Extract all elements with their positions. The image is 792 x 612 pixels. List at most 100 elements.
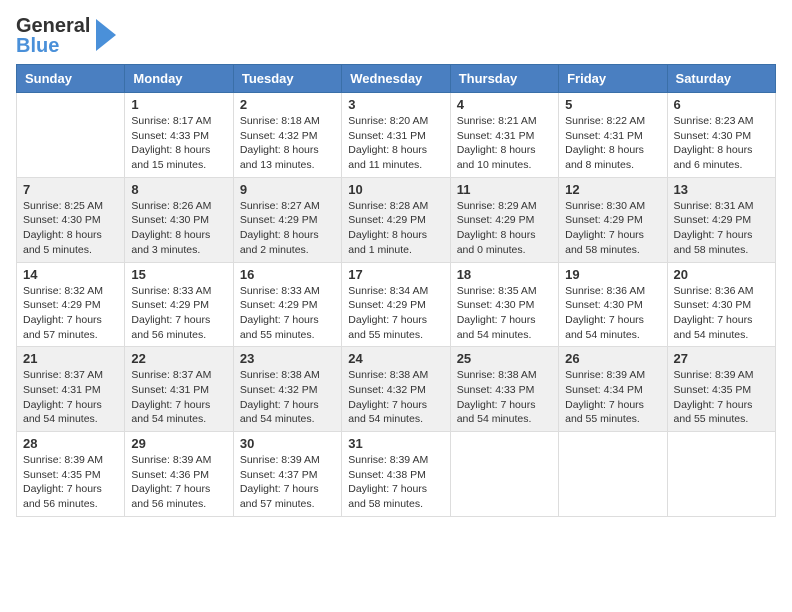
calendar-cell: 22Sunrise: 8:37 AM Sunset: 4:31 PM Dayli… bbox=[125, 347, 233, 432]
day-number: 19 bbox=[565, 267, 660, 282]
day-number: 29 bbox=[131, 436, 226, 451]
day-number: 28 bbox=[23, 436, 118, 451]
weekday-header: Tuesday bbox=[233, 65, 341, 93]
day-info: Sunrise: 8:39 AM Sunset: 4:34 PM Dayligh… bbox=[565, 368, 660, 427]
calendar-cell bbox=[559, 432, 667, 517]
day-info: Sunrise: 8:39 AM Sunset: 4:35 PM Dayligh… bbox=[23, 453, 118, 512]
page-header: General Blue bbox=[16, 16, 776, 56]
calendar-cell: 16 Sunrise: 8:33 AM Sunset: 4:29 PM Dayli… bbox=[233, 262, 341, 347]
day-info: Sunrise: 8:17 AM Sunset: 4:33 PM Dayligh… bbox=[131, 114, 226, 173]
day-info: Sunrise: 8:39 AM Sunset: 4:38 PM Dayligh… bbox=[348, 453, 443, 512]
day-info: Sunrise: 8:23 AM Sunset: 4:30 PM Dayligh… bbox=[674, 114, 769, 173]
day-info: Sunrise: 8:39 AM Sunset: 4:35 PM Dayligh… bbox=[674, 368, 769, 427]
calendar-cell: 18 Sunrise: 8:35 AM Sunset: 4:30 PM Dayli… bbox=[450, 262, 558, 347]
weekday-header: Monday bbox=[125, 65, 233, 93]
day-number: 12 bbox=[565, 182, 660, 197]
day-number: 5 bbox=[565, 97, 660, 112]
day-number: 1 bbox=[131, 97, 226, 112]
day-number: 7 bbox=[23, 182, 118, 197]
day-info: Sunrise: 8:30 AM Sunset: 4:29 PM Dayligh… bbox=[565, 199, 660, 258]
calendar-week-row: 1 Sunrise: 8:17 AM Sunset: 4:33 PM Daylig… bbox=[17, 93, 776, 178]
day-number: 31 bbox=[348, 436, 443, 451]
calendar-cell: 13 Sunrise: 8:31 AM Sunset: 4:29 PM Dayli… bbox=[667, 177, 775, 262]
day-info: Sunrise: 8:38 AM Sunset: 4:32 PM Dayligh… bbox=[348, 368, 443, 427]
calendar-cell: 24 Sunrise: 8:38 AM Sunset: 4:32 PM Dayli… bbox=[342, 347, 450, 432]
day-info: Sunrise: 8:28 AM Sunset: 4:29 PM Dayligh… bbox=[348, 199, 443, 258]
day-number: 16 bbox=[240, 267, 335, 282]
day-info: Sunrise: 8:37 AM Sunset: 4:31 PM Dayligh… bbox=[131, 368, 226, 427]
day-info: Sunrise: 8:36 AM Sunset: 4:30 PM Dayligh… bbox=[565, 284, 660, 343]
day-info: Sunrise: 8:34 AM Sunset: 4:29 PM Dayligh… bbox=[348, 284, 443, 343]
day-info: Sunrise: 8:21 AM Sunset: 4:31 PM Dayligh… bbox=[457, 114, 552, 173]
calendar-cell bbox=[667, 432, 775, 517]
day-number: 27 bbox=[674, 351, 769, 366]
calendar-cell: 1 Sunrise: 8:17 AM Sunset: 4:33 PM Daylig… bbox=[125, 93, 233, 178]
day-number: 17 bbox=[348, 267, 443, 282]
calendar-cell: 11 Sunrise: 8:29 AM Sunset: 4:29 PM Dayli… bbox=[450, 177, 558, 262]
weekday-header: Wednesday bbox=[342, 65, 450, 93]
day-number: 24 bbox=[348, 351, 443, 366]
day-info: Sunrise: 8:33 AM Sunset: 4:29 PM Dayligh… bbox=[131, 284, 226, 343]
weekday-header: Thursday bbox=[450, 65, 558, 93]
calendar-week-row: 21 Sunrise: 8:37 AM Sunset: 4:31 PM Dayli… bbox=[17, 347, 776, 432]
day-number: 6 bbox=[674, 97, 769, 112]
calendar-cell: 20Sunrise: 8:36 AM Sunset: 4:30 PM Dayli… bbox=[667, 262, 775, 347]
calendar-week-row: 7Sunrise: 8:25 AM Sunset: 4:30 PM Daylig… bbox=[17, 177, 776, 262]
calendar-cell: 3 Sunrise: 8:20 AM Sunset: 4:31 PM Daylig… bbox=[342, 93, 450, 178]
day-info: Sunrise: 8:27 AM Sunset: 4:29 PM Dayligh… bbox=[240, 199, 335, 258]
calendar-cell: 2Sunrise: 8:18 AM Sunset: 4:32 PM Daylig… bbox=[233, 93, 341, 178]
day-number: 25 bbox=[457, 351, 552, 366]
day-info: Sunrise: 8:35 AM Sunset: 4:30 PM Dayligh… bbox=[457, 284, 552, 343]
day-info: Sunrise: 8:39 AM Sunset: 4:37 PM Dayligh… bbox=[240, 453, 335, 512]
calendar-cell: 12 Sunrise: 8:30 AM Sunset: 4:29 PM Dayli… bbox=[559, 177, 667, 262]
calendar-cell: 10 Sunrise: 8:28 AM Sunset: 4:29 PM Dayli… bbox=[342, 177, 450, 262]
calendar-cell: 6 Sunrise: 8:23 AM Sunset: 4:30 PM Daylig… bbox=[667, 93, 775, 178]
day-number: 10 bbox=[348, 182, 443, 197]
calendar-cell: 7Sunrise: 8:25 AM Sunset: 4:30 PM Daylig… bbox=[17, 177, 125, 262]
calendar-cell: 28 Sunrise: 8:39 AM Sunset: 4:35 PM Dayli… bbox=[17, 432, 125, 517]
calendar-cell: 21 Sunrise: 8:37 AM Sunset: 4:31 PM Dayli… bbox=[17, 347, 125, 432]
day-info: Sunrise: 8:38 AM Sunset: 4:33 PM Dayligh… bbox=[457, 368, 552, 427]
day-info: Sunrise: 8:38 AM Sunset: 4:32 PM Dayligh… bbox=[240, 368, 335, 427]
day-number: 9 bbox=[240, 182, 335, 197]
calendar-cell: 31 Sunrise: 8:39 AM Sunset: 4:38 PM Dayli… bbox=[342, 432, 450, 517]
day-info: Sunrise: 8:20 AM Sunset: 4:31 PM Dayligh… bbox=[348, 114, 443, 173]
day-number: 15 bbox=[131, 267, 226, 282]
calendar-cell: 17 Sunrise: 8:34 AM Sunset: 4:29 PM Dayli… bbox=[342, 262, 450, 347]
day-info: Sunrise: 8:31 AM Sunset: 4:29 PM Dayligh… bbox=[674, 199, 769, 258]
day-number: 23 bbox=[240, 351, 335, 366]
weekday-header: Friday bbox=[559, 65, 667, 93]
calendar-week-row: 14 Sunrise: 8:32 AM Sunset: 4:29 PM Dayli… bbox=[17, 262, 776, 347]
weekday-header-row: SundayMondayTuesdayWednesdayThursdayFrid… bbox=[17, 65, 776, 93]
day-info: Sunrise: 8:37 AM Sunset: 4:31 PM Dayligh… bbox=[23, 368, 118, 427]
day-number: 20 bbox=[674, 267, 769, 282]
calendar-cell: 23 Sunrise: 8:38 AM Sunset: 4:32 PM Dayli… bbox=[233, 347, 341, 432]
calendar-cell: 25 Sunrise: 8:38 AM Sunset: 4:33 PM Dayli… bbox=[450, 347, 558, 432]
day-number: 30 bbox=[240, 436, 335, 451]
day-number: 18 bbox=[457, 267, 552, 282]
calendar-cell: 9 Sunrise: 8:27 AM Sunset: 4:29 PM Daylig… bbox=[233, 177, 341, 262]
day-number: 13 bbox=[674, 182, 769, 197]
calendar-week-row: 28 Sunrise: 8:39 AM Sunset: 4:35 PM Dayli… bbox=[17, 432, 776, 517]
calendar-cell: 8Sunrise: 8:26 AM Sunset: 4:30 PM Daylig… bbox=[125, 177, 233, 262]
calendar-cell bbox=[17, 93, 125, 178]
calendar-table: SundayMondayTuesdayWednesdayThursdayFrid… bbox=[16, 64, 776, 517]
day-info: Sunrise: 8:29 AM Sunset: 4:29 PM Dayligh… bbox=[457, 199, 552, 258]
day-number: 3 bbox=[348, 97, 443, 112]
day-info: Sunrise: 8:33 AM Sunset: 4:29 PM Dayligh… bbox=[240, 284, 335, 343]
day-number: 2 bbox=[240, 97, 335, 112]
calendar-cell: 15 Sunrise: 8:33 AM Sunset: 4:29 PM Dayli… bbox=[125, 262, 233, 347]
day-info: Sunrise: 8:26 AM Sunset: 4:30 PM Dayligh… bbox=[131, 199, 226, 258]
calendar-cell: 19 Sunrise: 8:36 AM Sunset: 4:30 PM Dayli… bbox=[559, 262, 667, 347]
day-number: 11 bbox=[457, 182, 552, 197]
day-info: Sunrise: 8:39 AM Sunset: 4:36 PM Dayligh… bbox=[131, 453, 226, 512]
day-number: 21 bbox=[23, 351, 118, 366]
day-number: 26 bbox=[565, 351, 660, 366]
calendar-cell bbox=[450, 432, 558, 517]
day-number: 14 bbox=[23, 267, 118, 282]
calendar-cell: 4Sunrise: 8:21 AM Sunset: 4:31 PM Daylig… bbox=[450, 93, 558, 178]
weekday-header: Saturday bbox=[667, 65, 775, 93]
day-info: Sunrise: 8:32 AM Sunset: 4:29 PM Dayligh… bbox=[23, 284, 118, 343]
calendar-cell: 30 Sunrise: 8:39 AM Sunset: 4:37 PM Dayli… bbox=[233, 432, 341, 517]
calendar-cell: 26 Sunrise: 8:39 AM Sunset: 4:34 PM Dayli… bbox=[559, 347, 667, 432]
